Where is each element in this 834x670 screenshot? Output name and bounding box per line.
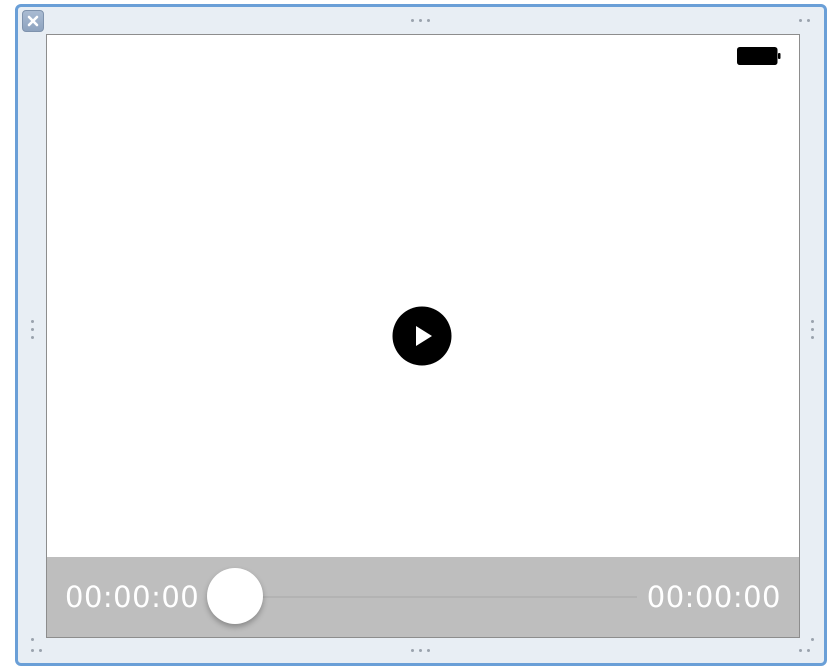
resize-handle-top[interactable]: [411, 19, 430, 22]
resize-handle-bottom[interactable]: [411, 649, 430, 652]
resize-handle-bottom-left[interactable]: [31, 638, 34, 641]
close-icon: [27, 15, 39, 27]
battery-icon: [737, 47, 781, 65]
progress-track[interactable]: [225, 596, 637, 598]
play-button[interactable]: [392, 306, 452, 366]
progress-thumb[interactable]: [207, 568, 263, 624]
resize-handle-top-right[interactable]: [799, 19, 810, 22]
resize-handle-right[interactable]: [811, 320, 814, 339]
current-time: 00:00:00: [65, 580, 200, 614]
resize-handle-bottom-left-corner[interactable]: [31, 649, 42, 652]
resize-handle-bottom-right-corner[interactable]: [799, 649, 810, 652]
close-button[interactable]: [22, 10, 44, 32]
resize-handle-bottom-right[interactable]: [811, 638, 814, 641]
resize-handle-left[interactable]: [31, 320, 34, 339]
total-time: 00:00:00: [646, 580, 781, 614]
playback-controls: 00:00:00 00:00:00: [47, 557, 799, 637]
